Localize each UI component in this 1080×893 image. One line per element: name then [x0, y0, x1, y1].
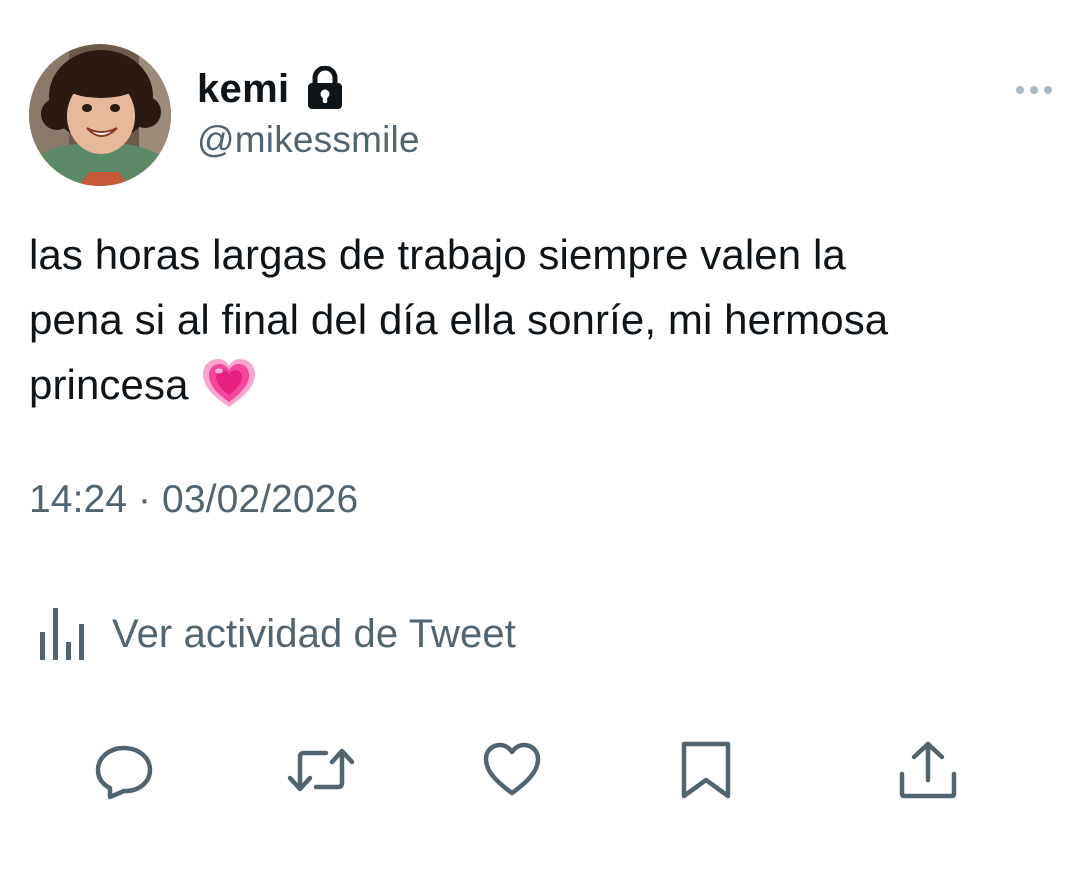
display-name[interactable]: kemi — [197, 67, 289, 112]
share-button[interactable] — [898, 740, 958, 805]
more-options-icon[interactable] — [1014, 82, 1054, 98]
tweet-text-line: princesa — [29, 352, 1039, 417]
avatar[interactable] — [29, 44, 171, 186]
author-handle[interactable]: @mikessmile — [197, 119, 420, 161]
lock-icon — [306, 65, 344, 110]
tweet-timestamp[interactable]: 14:24 · 03/02/2026 — [29, 478, 358, 522]
growing-heart-icon — [201, 357, 257, 413]
author-name-row[interactable]: kemi — [197, 62, 344, 116]
reply-icon — [94, 740, 154, 805]
bookmark-button[interactable] — [676, 740, 736, 805]
tweet-text-fragment: princesa — [29, 361, 189, 408]
tweet-text-line: las horas largas de trabajo siempre vale… — [29, 231, 846, 278]
heart-icon — [482, 740, 542, 805]
reply-button[interactable] — [94, 742, 154, 802]
retweet-icon — [286, 740, 356, 805]
tweet-text: las horas largas de trabajo siempre vale… — [29, 222, 1039, 417]
bookmark-icon — [676, 740, 736, 805]
analytics-icon — [36, 606, 92, 662]
share-icon — [898, 740, 958, 805]
tweet-text-line: pena si al final del día ella sonríe, mi… — [29, 296, 889, 343]
view-tweet-activity-label: Ver actividad de Tweet — [112, 611, 516, 656]
avatar-image — [29, 44, 171, 186]
retweet-button[interactable] — [286, 742, 356, 802]
like-button[interactable] — [482, 742, 542, 802]
view-tweet-activity-link[interactable]: Ver actividad de Tweet — [36, 606, 516, 662]
tweet-card: kemi @mikessmile las horas largas de tra… — [0, 0, 1080, 893]
